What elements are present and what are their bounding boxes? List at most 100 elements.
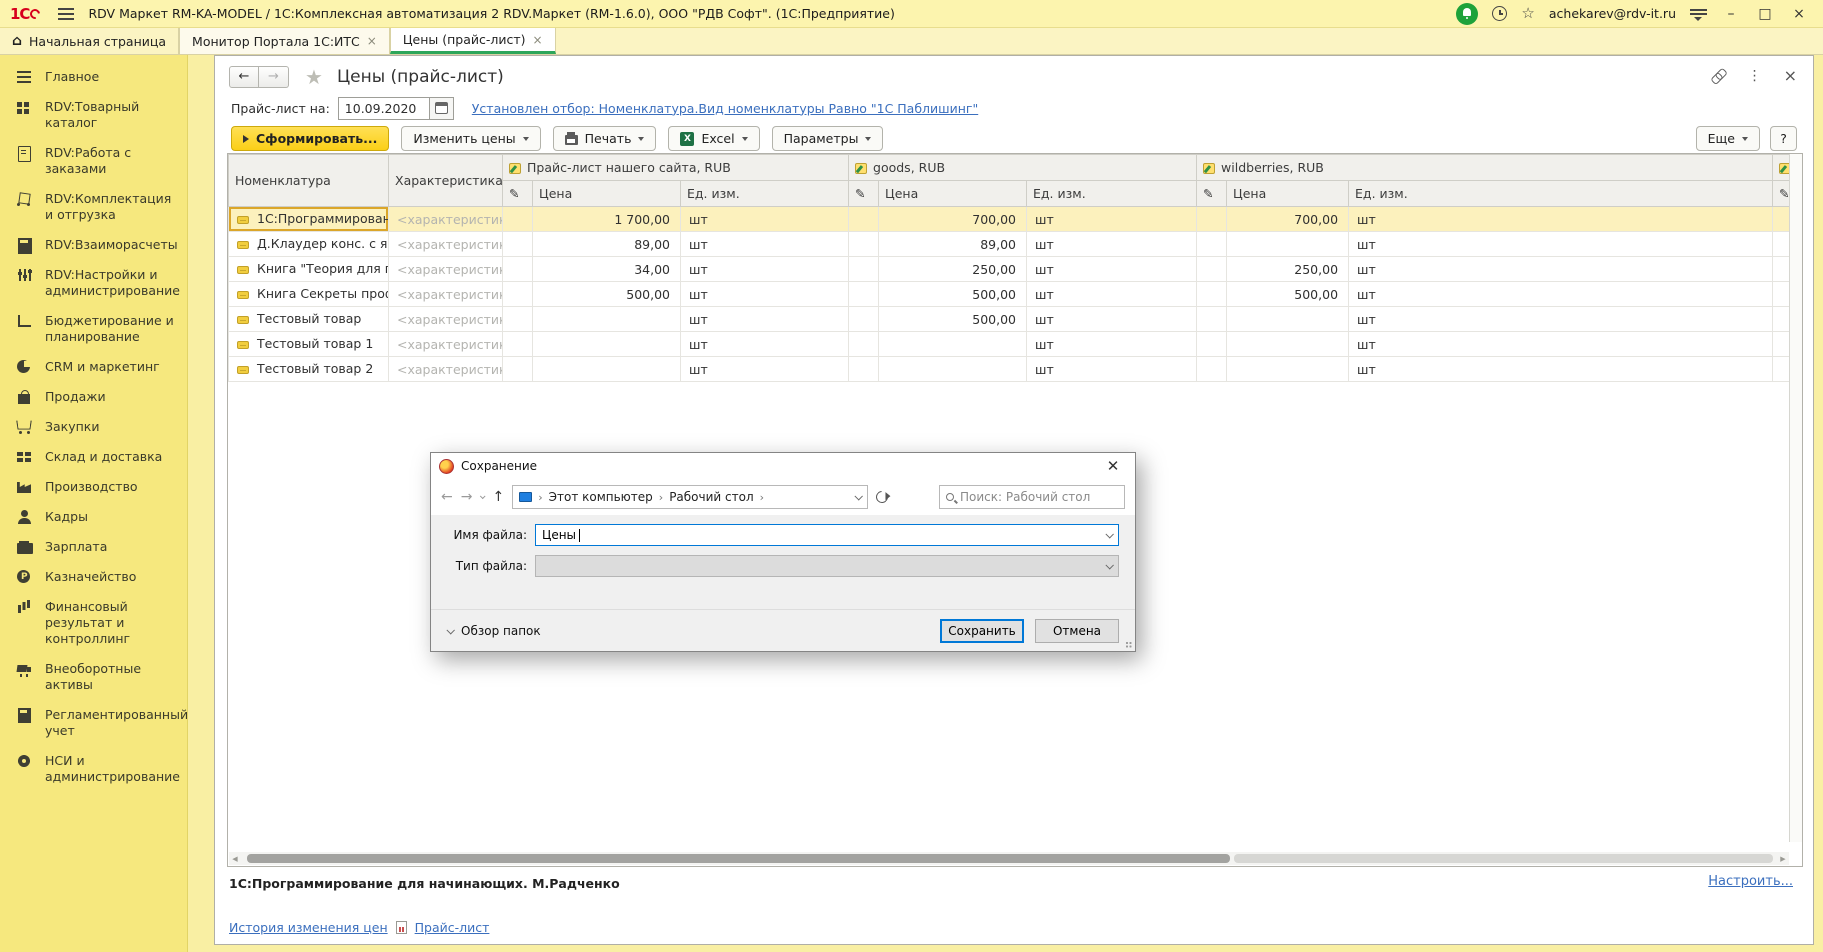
col-header-price-site[interactable]: Цена [533,181,681,207]
cell-price-wb[interactable] [1227,332,1349,357]
functions-menu-icon[interactable] [1690,9,1707,19]
edit-pencil-icon[interactable]: ✎ [1773,181,1791,207]
cell-price-site[interactable]: 500,00 [533,282,681,307]
cell-empty[interactable] [1773,257,1791,282]
save-button[interactable]: Сохранить [940,619,1024,643]
col-header-characteristic[interactable]: Характеристика [389,155,503,207]
print-button[interactable]: Печать [553,126,657,151]
filetype-select[interactable] [535,555,1119,577]
filetype-dropdown-icon[interactable] [1105,561,1113,569]
price-group-header-partial[interactable] [1773,155,1791,181]
col-header-price-wb[interactable]: Цена [1227,181,1349,207]
cell-price-wb[interactable]: 500,00 [1227,282,1349,307]
col-header-unit-goods[interactable]: Ед. изм. [1027,181,1197,207]
sidebar-item-reg[interactable]: Регламентированный учет [0,707,187,739]
sidebar-item-gear[interactable]: НСИ и администрирование [0,753,187,785]
table-row[interactable]: Тестовый товар 2<характеристики...штштшт [229,357,1791,382]
minimize-button[interactable]: – [1721,4,1741,24]
tab-close-icon[interactable]: × [367,34,377,48]
more-button[interactable]: Еще [1696,126,1760,151]
cell-unit-goods[interactable]: шт [1027,282,1197,307]
cell-characteristic[interactable]: <характеристики... [389,232,503,257]
cell-price-wb[interactable] [1227,307,1349,332]
cell-edit[interactable] [503,257,533,282]
cell-nomenclature[interactable]: Тестовый товар [229,307,389,332]
cell-price-site[interactable]: 1 700,00 [533,207,681,232]
cell-price-wb[interactable]: 700,00 [1227,207,1349,232]
cell-unit-wb[interactable]: шт [1349,257,1773,282]
cell-unit-site[interactable]: шт [681,207,849,232]
tab-home[interactable]: ⌂ Начальная страница [0,28,179,54]
recent-locations-icon[interactable] [480,493,486,499]
cell-price-goods[interactable] [879,357,1027,382]
cell-empty[interactable] [1773,357,1791,382]
sidebar-item-truck[interactable]: Внеоборотные активы [0,661,187,693]
table-row[interactable]: Книга "Теория для п...<характеристики...… [229,257,1791,282]
cell-edit[interactable] [503,307,533,332]
filename-dropdown-icon[interactable] [1105,530,1113,538]
cell-edit[interactable] [503,232,533,257]
cell-unit-site[interactable]: шт [681,307,849,332]
cell-empty[interactable] [1773,307,1791,332]
address-dropdown-icon[interactable] [855,492,863,500]
cell-edit[interactable] [849,307,879,332]
cell-unit-goods[interactable]: шт [1027,257,1197,282]
cell-price-goods[interactable]: 500,00 [879,307,1027,332]
cell-unit-goods[interactable]: шт [1027,332,1197,357]
cell-price-wb[interactable] [1227,357,1349,382]
notifications-bell-icon[interactable] [1456,3,1478,25]
cell-edit[interactable] [849,207,879,232]
cell-edit[interactable] [503,207,533,232]
cell-nomenclature[interactable]: Тестовый товар 2 [229,357,389,382]
cell-edit[interactable] [503,357,533,382]
cell-edit[interactable] [1197,207,1227,232]
tab-prices[interactable]: Цены (прайс-лист) × [390,28,556,54]
cell-price-wb[interactable] [1227,232,1349,257]
cell-edit[interactable] [1197,332,1227,357]
col-header-unit-wb[interactable]: Ед. изм. [1349,181,1773,207]
add-favorite-star-icon[interactable]: ★ [305,65,323,89]
cell-edit[interactable] [849,257,879,282]
dialog-back-icon[interactable]: ← [441,489,453,505]
up-folder-icon[interactable]: ↑ [492,489,504,505]
cell-unit-wb[interactable]: шт [1349,307,1773,332]
cell-edit[interactable] [1197,307,1227,332]
favorites-star-icon[interactable]: ☆ [1521,6,1534,21]
table-row[interactable]: 1С:Программирован...<характеристики...1 … [229,207,1791,232]
pricelist-link[interactable]: Прайс-лист [415,920,490,935]
nav-forward-button[interactable]: → [259,66,289,88]
edit-pencil-icon[interactable]: ✎ [849,181,879,207]
cell-edit[interactable] [1197,357,1227,382]
cell-characteristic[interactable]: <характеристики... [389,282,503,307]
cell-edit[interactable] [849,282,879,307]
more-menu-icon[interactable]: ⋮ [1748,69,1762,83]
cell-nomenclature[interactable]: Тестовый товар 1 [229,332,389,357]
close-window-button[interactable]: × [1789,4,1809,24]
dialog-close-button[interactable]: ✕ [1099,457,1127,475]
parameters-button[interactable]: Параметры [772,126,884,151]
cell-unit-goods[interactable]: шт [1027,357,1197,382]
cell-price-goods[interactable]: 89,00 [879,232,1027,257]
cell-unit-site[interactable]: шт [681,257,849,282]
cell-empty[interactable] [1773,207,1791,232]
sidebar-item-plan[interactable]: Бюджетирование и планирование [0,313,187,345]
cell-price-site[interactable] [533,332,681,357]
sidebar-item-person[interactable]: Кадры [0,509,187,525]
sidebar-item-wallet[interactable]: Зарплата [0,539,187,555]
history-clock-icon[interactable] [1492,6,1507,21]
cell-price-site[interactable]: 34,00 [533,257,681,282]
sidebar-item-bag[interactable]: Продажи [0,389,187,405]
cell-price-site[interactable] [533,307,681,332]
main-menu-icon[interactable] [58,13,74,15]
close-form-icon[interactable]: × [1784,68,1797,84]
cell-edit[interactable] [503,332,533,357]
cell-unit-goods[interactable]: шт [1027,207,1197,232]
cell-unit-site[interactable]: шт [681,357,849,382]
cell-unit-wb[interactable]: шт [1349,357,1773,382]
address-bar[interactable]: › Этот компьютер › Рабочий стол › [512,485,868,509]
sidebar-item-pie[interactable]: CRM и маркетинг [0,359,187,375]
cell-edit[interactable] [849,332,879,357]
tab-close-icon[interactable]: × [533,33,543,47]
horizontal-scrollbar[interactable]: ◀ ▶ [229,852,1789,865]
maximize-button[interactable]: □ [1755,4,1775,24]
